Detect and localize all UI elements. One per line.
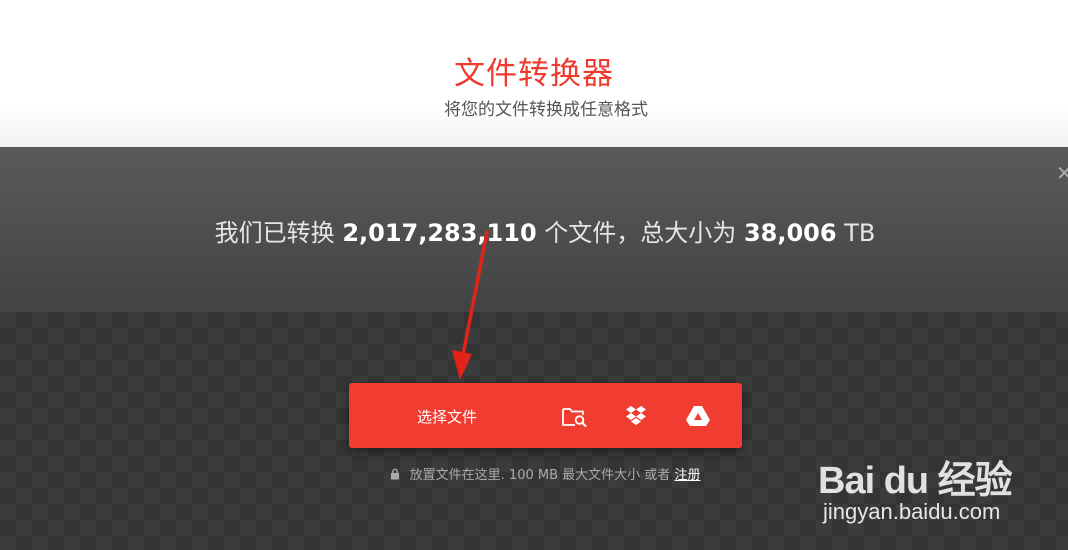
stats-file-count: 2,017,283,110: [342, 219, 537, 247]
register-link[interactable]: 注册: [674, 468, 700, 483]
choose-files-label: 选择文件: [417, 408, 478, 426]
google-drive-icon[interactable]: [685, 403, 711, 429]
choose-files-button[interactable]: 选择文件: [349, 383, 742, 448]
page-header: 文件转换器 将您的文件转换成任意格式: [0, 0, 1068, 147]
watermark-url: jingyan.baidu.com: [823, 499, 1001, 524]
baidu-watermark: Bai du 经验 jingyan.baidu.com: [818, 437, 1058, 532]
page-subtitle: 将您的文件转换成任意格式: [444, 100, 648, 120]
close-icon[interactable]: ✕: [1056, 163, 1068, 183]
page-title: 文件转换器: [454, 56, 614, 92]
drop-note-text: 放置文件在这里. 100 MB 最大文件大小 或者: [409, 468, 671, 483]
watermark-logo: Bai du 经验: [818, 460, 1013, 502]
stats-prefix: 我们已转换: [214, 219, 335, 247]
dropbox-icon[interactable]: [623, 403, 649, 429]
stats-total-size: 38,006: [743, 219, 837, 247]
stats-unit: TB: [844, 219, 876, 247]
folder-search-icon[interactable]: [561, 403, 587, 429]
lock-icon: [390, 468, 399, 480]
stats-middle: 个文件，总大小为: [544, 219, 737, 247]
conversion-stats: 我们已转换 2,017,283,110 个文件，总大小为 38,006 TB: [0, 213, 1068, 248]
